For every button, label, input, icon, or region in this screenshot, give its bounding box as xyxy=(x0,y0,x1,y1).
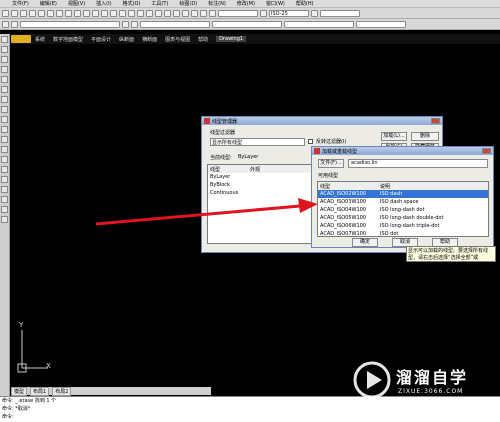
watermark: 溜溜自学 ZIXUE.3066.COM xyxy=(352,358,494,404)
watermark-url: ZIXUE.3066.COM xyxy=(398,388,464,395)
ucs-y-label: Y xyxy=(19,321,24,329)
layout-tabs: 模型 布局1 布局2 xyxy=(11,386,211,396)
command-line: 命令: xyxy=(2,414,14,420)
ucs-x-label: X xyxy=(46,362,51,370)
watermark-title: 溜溜自学 xyxy=(396,368,469,387)
command-line: 命令: *取消* xyxy=(2,406,31,412)
tab-layout2[interactable]: 布局2 xyxy=(52,386,72,396)
arrow-head xyxy=(298,198,318,213)
tab-model[interactable]: 模型 xyxy=(11,386,28,396)
arrow-shaft xyxy=(95,204,301,226)
tab-layout1[interactable]: 布局1 xyxy=(30,386,50,396)
watermark-logo-icon xyxy=(353,361,391,399)
